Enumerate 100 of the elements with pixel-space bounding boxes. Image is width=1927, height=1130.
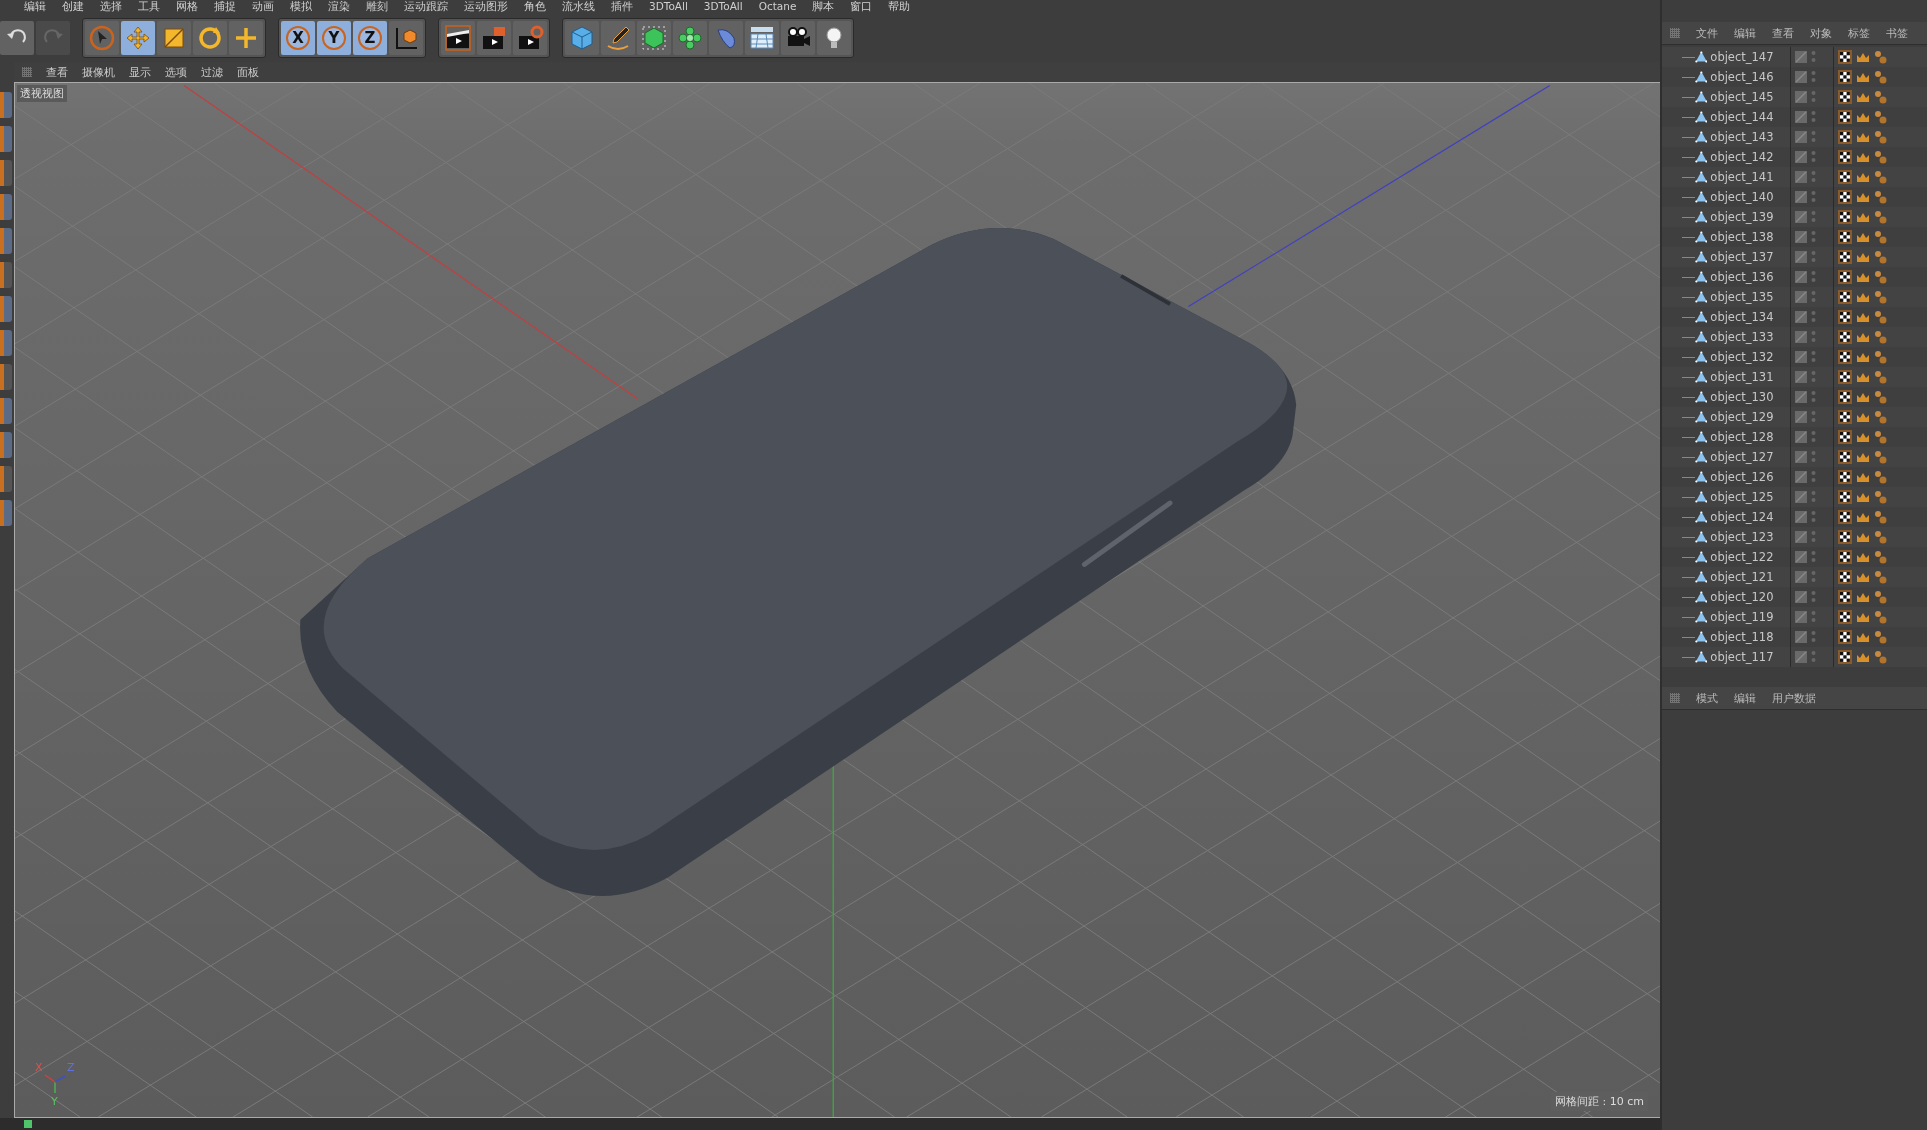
- visibility-dots-icon[interactable]: [1811, 330, 1816, 344]
- menu-item[interactable]: 3DToAll: [641, 0, 696, 13]
- crown-tag-icon[interactable]: [1856, 471, 1870, 483]
- crown-tag-icon[interactable]: [1856, 231, 1870, 243]
- material-tag-icon[interactable]: [1838, 390, 1852, 404]
- visibility-dots-icon[interactable]: [1811, 130, 1816, 144]
- transform-tool-button[interactable]: [229, 21, 263, 55]
- crown-tag-icon[interactable]: [1856, 311, 1870, 323]
- palette-button[interactable]: [0, 466, 12, 492]
- material-tag-icon[interactable]: [1838, 210, 1852, 224]
- dots-tag-icon[interactable]: [1874, 470, 1887, 484]
- material-tag-icon[interactable]: [1838, 450, 1852, 464]
- deformer-button[interactable]: [709, 21, 743, 55]
- material-tag-icon[interactable]: [1838, 470, 1852, 484]
- palette-button[interactable]: [0, 262, 12, 288]
- crown-tag-icon[interactable]: [1856, 131, 1870, 143]
- dots-tag-icon[interactable]: [1874, 130, 1887, 144]
- light-button[interactable]: [817, 21, 851, 55]
- dots-tag-icon[interactable]: [1874, 550, 1887, 564]
- visibility-dots-icon[interactable]: [1811, 210, 1816, 224]
- dots-tag-icon[interactable]: [1874, 430, 1887, 444]
- visibility-dots-icon[interactable]: [1811, 410, 1816, 424]
- material-tag-icon[interactable]: [1838, 570, 1852, 584]
- visibility-dots-icon[interactable]: [1811, 310, 1816, 324]
- crown-tag-icon[interactable]: [1856, 71, 1870, 83]
- grip-icon[interactable]: [1670, 28, 1680, 38]
- visibility-dots-icon[interactable]: [1811, 150, 1816, 164]
- visibility-dots-icon[interactable]: [1811, 270, 1816, 284]
- crown-tag-icon[interactable]: [1856, 331, 1870, 343]
- dots-tag-icon[interactable]: [1874, 170, 1887, 184]
- rotate-tool-button[interactable]: [193, 21, 227, 55]
- object-name[interactable]: object_138: [1710, 230, 1790, 244]
- material-tag-icon[interactable]: [1838, 490, 1852, 504]
- material-tag-icon[interactable]: [1838, 550, 1852, 564]
- crown-tag-icon[interactable]: [1856, 591, 1870, 603]
- menu-item[interactable]: 捕捉: [206, 0, 244, 13]
- panel-menu-item[interactable]: 编辑: [1734, 690, 1756, 706]
- axis-lock-button[interactable]: X: [281, 21, 315, 55]
- dots-tag-icon[interactable]: [1874, 370, 1887, 384]
- object-name[interactable]: object_128: [1710, 430, 1790, 444]
- dots-tag-icon[interactable]: [1874, 410, 1887, 424]
- dots-tag-icon[interactable]: [1874, 530, 1887, 544]
- render-settings-button[interactable]: [513, 21, 547, 55]
- crown-tag-icon[interactable]: [1856, 91, 1870, 103]
- object-name[interactable]: object_140: [1710, 190, 1790, 204]
- menu-item[interactable]: 运动图形: [456, 0, 516, 13]
- dots-tag-icon[interactable]: [1874, 610, 1887, 624]
- dots-tag-icon[interactable]: [1874, 90, 1887, 104]
- crown-tag-icon[interactable]: [1856, 371, 1870, 383]
- viewport-menu-item[interactable]: 摄像机: [82, 64, 115, 80]
- crown-tag-icon[interactable]: [1856, 571, 1870, 583]
- object-name[interactable]: object_124: [1710, 510, 1790, 524]
- dots-tag-icon[interactable]: [1874, 50, 1887, 64]
- dots-tag-icon[interactable]: [1874, 450, 1887, 464]
- visibility-dots-icon[interactable]: [1811, 350, 1816, 364]
- menu-item[interactable]: 模拟: [282, 0, 320, 13]
- material-tag-icon[interactable]: [1838, 590, 1852, 604]
- crown-tag-icon[interactable]: [1856, 51, 1870, 63]
- coordinate-system-button[interactable]: [389, 21, 423, 55]
- crown-tag-icon[interactable]: [1856, 551, 1870, 563]
- object-name[interactable]: object_146: [1710, 70, 1790, 84]
- panel-menu-item[interactable]: 书签: [1886, 25, 1908, 41]
- viewport-menu-item[interactable]: 过滤: [201, 64, 223, 80]
- material-tag-icon[interactable]: [1838, 610, 1852, 624]
- menu-item[interactable]: 网格: [168, 0, 206, 13]
- visibility-dots-icon[interactable]: [1811, 590, 1816, 604]
- render-view-button[interactable]: [441, 21, 475, 55]
- material-tag-icon[interactable]: [1838, 110, 1852, 124]
- crown-tag-icon[interactable]: [1856, 191, 1870, 203]
- dots-tag-icon[interactable]: [1874, 290, 1887, 304]
- viewport-menu-item[interactable]: 显示: [129, 64, 151, 80]
- object-name[interactable]: object_120: [1710, 590, 1790, 604]
- material-tag-icon[interactable]: [1838, 530, 1852, 544]
- dots-tag-icon[interactable]: [1874, 350, 1887, 364]
- cloner-button[interactable]: [673, 21, 707, 55]
- menu-item[interactable]: 渲染: [320, 0, 358, 13]
- palette-button[interactable]: [0, 160, 12, 186]
- material-tag-icon[interactable]: [1838, 430, 1852, 444]
- panel-menu-item[interactable]: 用户数据: [1772, 690, 1816, 706]
- material-tag-icon[interactable]: [1838, 270, 1852, 284]
- dots-tag-icon[interactable]: [1874, 110, 1887, 124]
- crown-tag-icon[interactable]: [1856, 391, 1870, 403]
- menu-item[interactable]: 窗口: [842, 0, 881, 13]
- visibility-dots-icon[interactable]: [1811, 290, 1816, 304]
- menu-item[interactable]: 3DToAll: [695, 0, 751, 13]
- move-tool-button[interactable]: [121, 21, 155, 55]
- visibility-dots-icon[interactable]: [1811, 250, 1816, 264]
- dots-tag-icon[interactable]: [1874, 510, 1887, 524]
- panel-menu-item[interactable]: 对象: [1810, 25, 1832, 41]
- panel-menu-item[interactable]: 文件: [1696, 25, 1718, 41]
- undo-button[interactable]: [0, 21, 34, 55]
- material-tag-icon[interactable]: [1838, 70, 1852, 84]
- crown-tag-icon[interactable]: [1856, 491, 1870, 503]
- axis-lock-button[interactable]: Y: [317, 21, 351, 55]
- material-tag-icon[interactable]: [1838, 50, 1852, 64]
- material-tag-icon[interactable]: [1838, 230, 1852, 244]
- dots-tag-icon[interactable]: [1874, 490, 1887, 504]
- menu-item[interactable]: 运动跟踪: [396, 0, 456, 13]
- object-name[interactable]: object_136: [1710, 270, 1790, 284]
- material-tag-icon[interactable]: [1838, 330, 1852, 344]
